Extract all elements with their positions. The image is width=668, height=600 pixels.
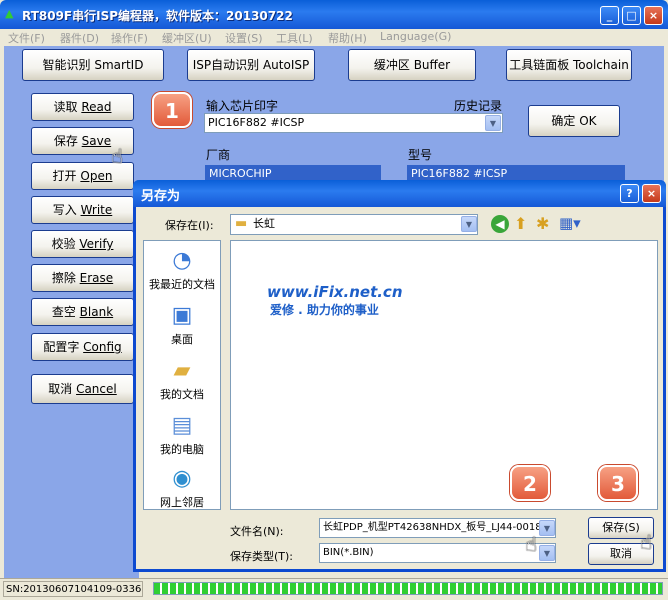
config-label-cn: 配置字 [43, 340, 84, 354]
view-menu-icon[interactable]: ▦▾ [559, 214, 581, 232]
cancel-label-cn: 取消 [48, 382, 77, 396]
blank-label-cn: 查空 [51, 305, 80, 319]
callout-badge-3: 3 [598, 465, 638, 501]
new-folder-icon[interactable]: ✱ [536, 214, 549, 233]
save-in-label: 保存在(I): [165, 219, 214, 232]
menu-bar: 文件(F) 器件(D) 操作(F) 缓冲区(U) 设置(S) 工具(L) 帮助(… [0, 29, 668, 46]
network-icon: ◉ [172, 466, 192, 491]
watermark-slogan: 爱修 . 助力你的事业 [270, 303, 379, 317]
save-in-combo[interactable]: 长虹 [230, 214, 478, 235]
read-button[interactable]: 读取 Read [31, 93, 134, 121]
save-label-en: Save [81, 134, 112, 148]
dialog-title: 另存为 [141, 189, 181, 204]
menu-help[interactable]: 帮助(H) [328, 30, 367, 46]
close-icon[interactable]: × [644, 6, 663, 25]
folder-icon: ▬ [235, 216, 248, 231]
verify-label-en: Verify [79, 237, 114, 251]
filetype-select[interactable]: BIN(*.BIN) [319, 543, 556, 563]
place-desktop-label: 桌面 [171, 333, 193, 346]
chevron-down-icon[interactable]: ▼ [485, 115, 501, 131]
place-desktop[interactable]: ▣ 桌面 [143, 303, 221, 347]
config-label-en: Config [83, 340, 122, 354]
history-label: 历史记录 [454, 99, 503, 113]
app-icon: ▲ [5, 7, 14, 20]
filename-chevron-icon[interactable]: ▼ [539, 520, 555, 536]
filetype-label: 保存类型(T): [230, 550, 294, 563]
erase-button[interactable]: 擦除 Erase [31, 264, 134, 292]
open-label-en: Open [80, 169, 113, 183]
file-list[interactable] [230, 240, 658, 510]
place-mydocs[interactable]: ▰ 我的文档 [143, 358, 221, 402]
save-in-chevron-icon[interactable]: ▼ [461, 216, 477, 232]
menu-file[interactable]: 文件(F) [8, 30, 45, 46]
place-recent[interactable]: ◔ 我最近的文档 [143, 248, 221, 292]
pointer-hand-icon-2: ☝ [525, 532, 538, 556]
serial-number: SN:20130607104109-033699 [3, 581, 143, 597]
vendor-label: 厂商 [206, 148, 231, 162]
verify-button[interactable]: 校验 Verify [31, 230, 134, 258]
up-folder-icon[interactable]: ⬆ [514, 214, 527, 233]
my-docs-icon: ▰ [173, 358, 191, 383]
write-label-en: Write [80, 203, 113, 217]
dialog-title-bar[interactable] [133, 180, 666, 207]
cancel-op-button[interactable]: 取消 Cancel [31, 374, 134, 404]
place-computer[interactable]: ▤ 我的电脑 [143, 413, 221, 457]
autoisp-button[interactable]: ISP自动识别 AutoISP [187, 49, 315, 81]
chip-input-label: 输入芯片印字 [206, 99, 279, 113]
cancel-label-en: Cancel [76, 382, 117, 396]
menu-device[interactable]: 器件(D) [60, 30, 99, 46]
ok-button[interactable]: 确定 OK [528, 105, 620, 137]
save-label-cn: 保存 [53, 134, 82, 148]
verify-label-cn: 校验 [51, 237, 80, 251]
erase-label-cn: 擦除 [51, 271, 80, 285]
write-button[interactable]: 写入 Write [31, 196, 134, 224]
place-network-label: 网上邻居 [160, 496, 204, 509]
place-computer-label: 我的电脑 [160, 443, 204, 456]
filetype-chevron-icon[interactable]: ▼ [539, 545, 555, 561]
recent-docs-icon: ◔ [172, 248, 192, 273]
menu-settings[interactable]: 设置(S) [225, 30, 263, 46]
write-label-cn: 写入 [52, 203, 81, 217]
dialog-close-icon[interactable]: × [642, 184, 661, 203]
model-label: 型号 [408, 148, 433, 162]
callout-badge-2: 2 [510, 465, 550, 501]
open-label-cn: 打开 [52, 169, 81, 183]
callout-badge-1: 1 [152, 92, 192, 128]
help-icon[interactable]: ? [620, 184, 639, 203]
toolchain-button[interactable]: 工具链面板 Toolchain [506, 49, 632, 81]
window-title: RT809F串行ISP编程器，软件版本：20130722 [22, 9, 293, 23]
progress-bar [153, 582, 663, 595]
blank-button[interactable]: 查空 Blank [31, 298, 134, 326]
menu-buffer[interactable]: 缓冲区(U) [162, 30, 212, 46]
watermark-url: www.iFix.net.cn [267, 283, 403, 301]
config-button[interactable]: 配置字 Config [31, 333, 134, 361]
smartid-button[interactable]: 智能识别 SmartID [22, 49, 164, 81]
place-recent-label: 我最近的文档 [149, 278, 215, 291]
chip-input[interactable]: PIC16F882 #ICSP [204, 113, 503, 133]
my-computer-icon: ▤ [171, 413, 193, 438]
desktop-icon: ▣ [171, 303, 193, 328]
place-network[interactable]: ◉ 网上邻居 [143, 466, 221, 510]
buffer-button[interactable]: 缓冲区 Buffer [348, 49, 476, 81]
erase-label-en: Erase [79, 271, 114, 285]
menu-operation[interactable]: 操作(F) [111, 30, 148, 46]
filename-label: 文件名(N): [230, 525, 284, 538]
maximize-icon[interactable]: □ [622, 6, 641, 25]
read-label-cn: 读取 [53, 100, 82, 114]
filename-input[interactable]: 长虹PDP_机型PT42638NHDX_板号_LJ44-0018 [319, 518, 556, 538]
pointer-hand-icon: ☝ [111, 144, 124, 168]
blank-label-en: Blank [79, 305, 114, 319]
read-label-en: Read [81, 100, 112, 114]
back-icon[interactable]: ◀ [491, 215, 509, 233]
menu-language[interactable]: Language(G) [380, 30, 451, 43]
minimize-icon[interactable]: _ [600, 6, 619, 25]
place-mydocs-label: 我的文档 [160, 388, 204, 401]
menu-tools[interactable]: 工具(L) [276, 30, 313, 46]
pointer-hand-icon-3: ☝ [640, 530, 653, 554]
